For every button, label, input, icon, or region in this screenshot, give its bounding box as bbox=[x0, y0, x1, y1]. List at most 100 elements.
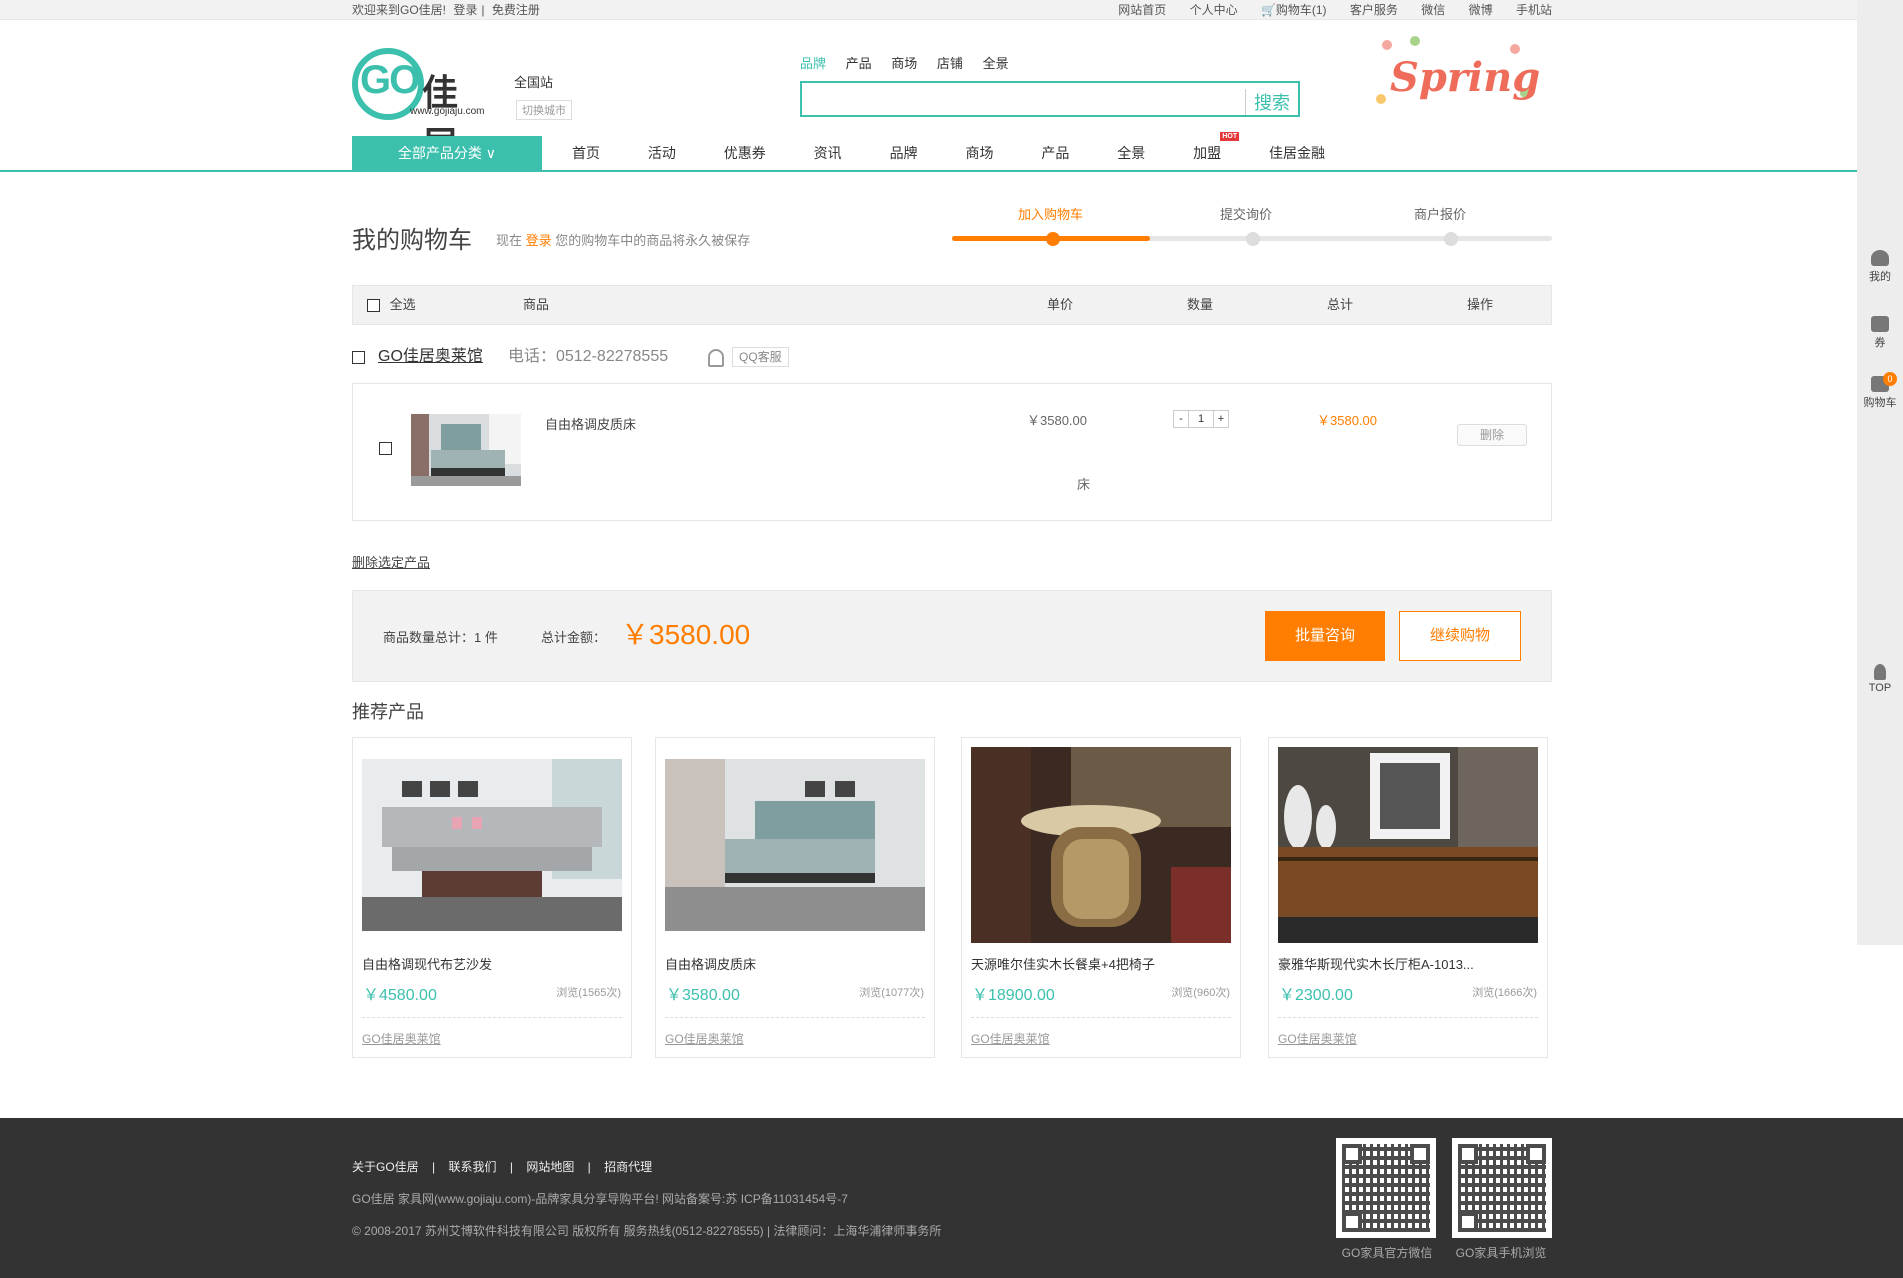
search-tab-store[interactable]: 店铺 bbox=[937, 56, 963, 71]
sidebar-coupon-label: 券 bbox=[1874, 337, 1886, 349]
sidebar-mine-label: 我的 bbox=[1869, 271, 1891, 283]
footer-sitemap-link[interactable]: 网站地图 bbox=[526, 1160, 574, 1174]
product-image-bed[interactable] bbox=[665, 747, 925, 943]
search-tab-brand[interactable]: 品牌 bbox=[800, 56, 826, 71]
product-card[interactable]: 自由格调皮质床 ￥3580.00 浏览(1077次) GO佳居奥莱馆 bbox=[655, 737, 935, 1058]
cart-icon: 🛒 bbox=[1260, 3, 1276, 17]
product-shop-link[interactable]: GO佳居奥莱馆 bbox=[665, 1030, 744, 1047]
col-action: 操作 bbox=[1467, 297, 1494, 312]
product-shop-link[interactable]: GO佳居奥莱馆 bbox=[971, 1030, 1050, 1047]
delete-selected-link[interactable]: 删除选定产品 bbox=[352, 552, 430, 571]
product-views: 浏览(1565次) bbox=[556, 987, 621, 999]
all-categories-button[interactable]: 全部产品分类 ∨ bbox=[352, 136, 542, 170]
separator: | bbox=[481, 3, 485, 17]
search-tab-mall[interactable]: 商场 bbox=[891, 56, 917, 71]
cart-summary: 商品数量总计：1 件 总计金额： ￥3580.00 批量咨询 继续购物 bbox=[352, 590, 1552, 682]
qty-input[interactable]: 1 bbox=[1189, 410, 1213, 428]
wechat-qr-code bbox=[1336, 1138, 1436, 1238]
nav-mall[interactable]: 商场 bbox=[965, 136, 993, 170]
hint-login-link[interactable]: 登录 bbox=[526, 233, 552, 248]
item-checkbox[interactable] bbox=[379, 442, 392, 455]
qr-corner bbox=[1458, 1144, 1478, 1164]
select-all-label: 全选 bbox=[389, 297, 416, 312]
qty-minus-button[interactable]: - bbox=[1173, 410, 1189, 428]
product-name[interactable]: 天源唯尔佳实木长餐桌+4把椅子 bbox=[971, 954, 1231, 973]
sidebar-mine[interactable]: 我的 bbox=[1857, 250, 1903, 284]
item-thumbnail[interactable] bbox=[411, 414, 521, 486]
qty-plus-button[interactable]: + bbox=[1213, 410, 1229, 428]
footer-about-link[interactable]: 关于GO佳居 bbox=[352, 1160, 419, 1174]
wechat-link[interactable]: 微信 bbox=[1421, 3, 1445, 17]
bulk-inquiry-button[interactable]: 批量咨询 bbox=[1265, 611, 1385, 661]
sidebar-cart[interactable]: 0 购物车 bbox=[1857, 372, 1903, 410]
delete-button[interactable]: 删除 bbox=[1457, 424, 1527, 446]
nav-coupon[interactable]: 优惠券 bbox=[724, 136, 766, 170]
total-label: 总计金额： bbox=[541, 630, 607, 645]
divider bbox=[362, 1017, 622, 1018]
service-link[interactable]: 客户服务 bbox=[1350, 3, 1398, 17]
item-spec: 床 bbox=[1077, 477, 1091, 492]
step-dot-3 bbox=[1444, 232, 1458, 246]
sidebar-cart-label: 购物车 bbox=[1863, 397, 1897, 409]
recommend-title: 推荐产品 bbox=[352, 702, 424, 722]
register-link[interactable]: 免费注册 bbox=[492, 3, 540, 17]
nav-brand[interactable]: 品牌 bbox=[890, 136, 918, 170]
site-logo[interactable]: GO 佳居 www.gojiaju.com bbox=[352, 48, 492, 165]
home-link[interactable]: 网站首页 bbox=[1118, 3, 1166, 17]
nav-franchise[interactable]: 加盟 HOT bbox=[1193, 132, 1240, 170]
step-add-to-cart: 加入购物车 bbox=[1018, 207, 1084, 222]
product-price: ￥18900.00 bbox=[972, 987, 1055, 1004]
footer-info: GO佳居 家具网(www.gojiaju.com)-品牌家具分享导购平台! 网站… bbox=[352, 1192, 848, 1206]
item-name[interactable]: 自由格调皮质床 bbox=[545, 414, 636, 433]
product-views: 浏览(1077次) bbox=[859, 987, 924, 999]
nav-activity[interactable]: 活动 bbox=[648, 136, 676, 170]
nav-panorama[interactable]: 全景 bbox=[1117, 136, 1145, 170]
product-shop-link[interactable]: GO佳居奥莱馆 bbox=[362, 1030, 441, 1047]
user-center-link[interactable]: 个人中心 bbox=[1190, 3, 1238, 17]
product-card[interactable]: 天源唯尔佳实木长餐桌+4把椅子 ￥18900.00 浏览(960次) GO佳居奥… bbox=[961, 737, 1241, 1058]
shop-name-link[interactable]: GO佳居奥莱馆 bbox=[378, 345, 483, 369]
sidebar-coupon[interactable]: 券 bbox=[1857, 316, 1903, 350]
login-link[interactable]: 登录 bbox=[453, 3, 477, 17]
product-image-tv-cabinet[interactable] bbox=[1278, 747, 1538, 943]
qr-label-wechat: GO家具官方微信 bbox=[1341, 1246, 1433, 1260]
product-card[interactable]: 自由格调现代布艺沙发 ￥4580.00 浏览(1565次) GO佳居奥莱馆 bbox=[352, 737, 632, 1058]
back-to-top-button[interactable]: TOP bbox=[1857, 664, 1903, 694]
product-card[interactable]: 豪雅华斯现代实木长厅柜A-1013... ￥2300.00 浏览(1666次) … bbox=[1268, 737, 1548, 1058]
product-name[interactable]: 自由格调皮质床 bbox=[665, 954, 925, 973]
search-button[interactable]: 搜索 bbox=[1245, 89, 1290, 115]
mobile-link[interactable]: 手机站 bbox=[1516, 3, 1552, 17]
product-name[interactable]: 豪雅华斯现代实木长厅柜A-1013... bbox=[1278, 954, 1538, 973]
qr-corner bbox=[1342, 1212, 1362, 1232]
divider bbox=[1278, 1017, 1538, 1018]
select-all-checkbox[interactable] bbox=[367, 299, 380, 313]
product-image-sofa[interactable] bbox=[362, 747, 622, 943]
qr-pattern bbox=[1342, 1144, 1430, 1232]
footer-links: 关于GO佳居 | 联系我们 | 网站地图 | 招商代理 bbox=[352, 1158, 662, 1175]
cart-link[interactable]: 🛒购物车(1) bbox=[1261, 3, 1327, 17]
top-bar: 欢迎来到GO佳居! 登录 | 免费注册 网站首页 个人中心 🛒购物车(1) 客户服… bbox=[0, 0, 1857, 20]
product-image-dining[interactable] bbox=[971, 747, 1231, 943]
weibo-link[interactable]: 微博 bbox=[1469, 3, 1493, 17]
footer-contact-link[interactable]: 联系我们 bbox=[448, 1160, 496, 1174]
nav-home[interactable]: 首页 bbox=[572, 136, 600, 170]
switch-city-button[interactable]: 切换城市 bbox=[516, 100, 572, 120]
product-price: ￥2300.00 bbox=[1279, 987, 1353, 1004]
product-name[interactable]: 自由格调现代布艺沙发 bbox=[362, 954, 622, 973]
footer-agent-link[interactable]: 招商代理 bbox=[604, 1160, 652, 1174]
nav-news[interactable]: 资讯 bbox=[814, 136, 842, 170]
search-input[interactable] bbox=[802, 83, 1242, 115]
product-shop-link[interactable]: GO佳居奥莱馆 bbox=[1278, 1030, 1357, 1047]
nav-finance[interactable]: 佳居金融 bbox=[1269, 136, 1325, 170]
step-submit-inquiry: 提交询价 bbox=[1220, 207, 1273, 222]
rocket-icon bbox=[1874, 664, 1886, 680]
qr-label-mobile: GO家具手机浏览 bbox=[1455, 1246, 1547, 1260]
nav-product[interactable]: 产品 bbox=[1041, 136, 1069, 170]
search-tab-panorama[interactable]: 全景 bbox=[983, 56, 1009, 71]
shop-checkbox[interactable] bbox=[352, 351, 365, 364]
qq-service-button[interactable]: QQ客服 bbox=[732, 347, 789, 367]
search-tab-product[interactable]: 产品 bbox=[846, 56, 872, 71]
quantity-stepper: -1 + bbox=[1173, 410, 1229, 428]
select-all[interactable]: 全选 bbox=[367, 286, 416, 324]
continue-shopping-button[interactable]: 继续购物 bbox=[1399, 611, 1521, 661]
